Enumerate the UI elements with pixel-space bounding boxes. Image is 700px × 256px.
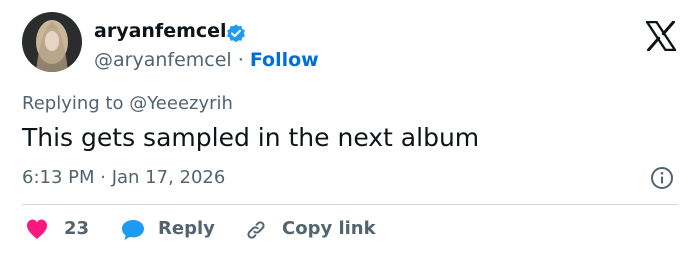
tweet-text: This gets sampled in the next album <box>22 123 480 152</box>
divider <box>22 204 678 205</box>
display-name[interactable]: aryanfemcel <box>94 18 227 44</box>
follow-button[interactable]: Follow <box>250 49 319 71</box>
avatar-image <box>22 12 82 72</box>
info-icon[interactable] <box>650 166 674 190</box>
speech-bubble-icon <box>122 220 144 240</box>
link-icon <box>247 221 265 239</box>
like-count: 23 <box>64 218 90 239</box>
avatar[interactable] <box>22 12 82 72</box>
x-logo-icon[interactable] <box>645 21 677 51</box>
verified-badge-icon <box>227 24 245 43</box>
user-handle[interactable]: @aryanfemcel <box>94 49 232 71</box>
handle-separator: · <box>237 49 244 71</box>
copy-link-label: Copy link <box>282 218 376 239</box>
replying-to: Replying to @Yeeezyrih <box>22 93 233 114</box>
tweet-timestamp[interactable]: 6:13 PM · Jan 17, 2026 <box>22 166 225 190</box>
reply-label: Reply <box>158 218 215 239</box>
tweet-embed-card: aryanfemcel @aryanfemcel · Follow Replyi… <box>0 0 700 256</box>
handle-row: @aryanfemcel · Follow <box>94 47 319 73</box>
heart-icon <box>27 219 47 239</box>
